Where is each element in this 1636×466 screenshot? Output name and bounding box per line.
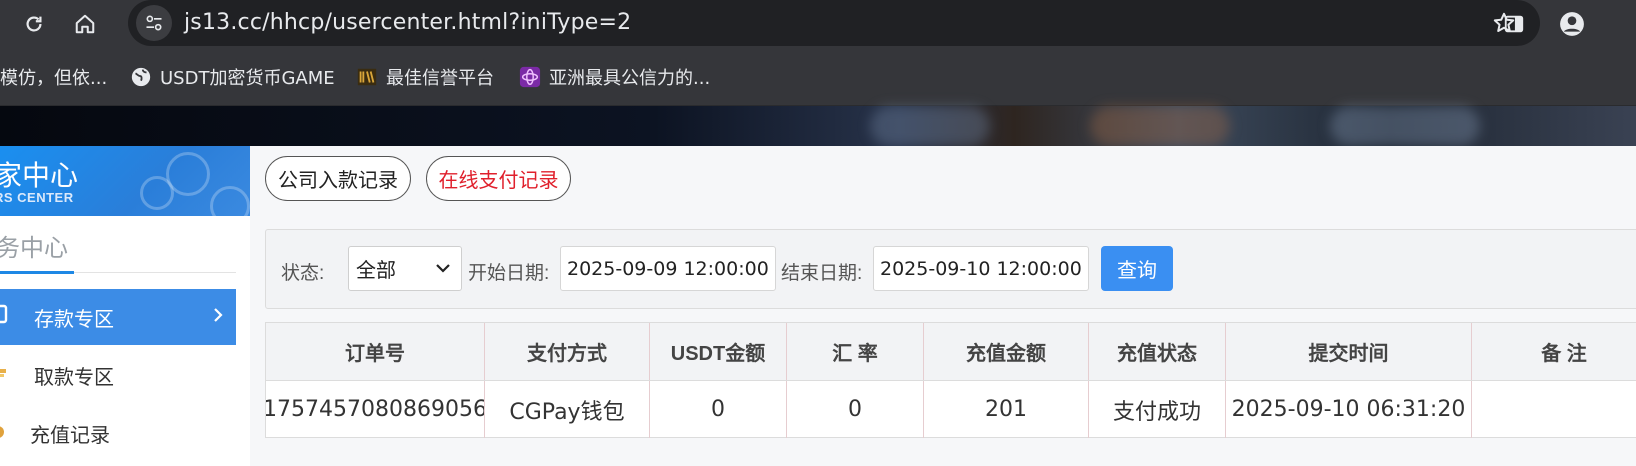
bookmark-item[interactable]: 模仿，但依...	[0, 64, 107, 90]
recharge-status-cell: 支付成功	[1089, 381, 1226, 438]
remark-cell	[1472, 381, 1636, 438]
chevron-down-icon	[435, 259, 451, 283]
deposit-icon	[0, 303, 10, 331]
sidebar: 务中心 存款专区 取款专区 充值记录	[0, 216, 250, 466]
sidebar-item-label: 存款专区	[34, 308, 114, 331]
end-date-label: 结束日期:	[781, 263, 863, 284]
chevron-right-icon	[212, 304, 224, 330]
bookmarks-bar: 模仿，但依... USDT加密货币GAME 最佳信誉平台 亚洲最具公信力的...	[0, 48, 1636, 106]
query-button-label: 查询	[1117, 260, 1157, 282]
column-header: 充值金额	[924, 323, 1089, 380]
withdraw-icon	[0, 361, 10, 389]
exchange-rate-cell: 0	[787, 381, 924, 438]
address-bar[interactable]: js13.cc/hhcp/usercenter.html?iniType=2	[128, 0, 1540, 46]
column-header: 订单号	[266, 323, 485, 380]
bookmark-label: 模仿，但依...	[0, 68, 108, 89]
profile-avatar-icon[interactable]	[1552, 4, 1592, 44]
column-header: 支付方式	[485, 323, 650, 380]
usdt-amount-cell: 0	[650, 381, 787, 438]
payment-records-table: 订单号 支付方式 USDT金额 汇 率 充值金额 充值状态 提交时间 备 注 1…	[265, 322, 1636, 438]
reload-icon[interactable]	[14, 4, 54, 44]
sidebar-item-withdraw[interactable]: 取款专区	[0, 347, 236, 403]
records-icon	[0, 419, 10, 447]
bookmark-label: 最佳信誉平台	[386, 68, 494, 89]
column-header: 汇 率	[787, 323, 924, 380]
table-row: 1757457080869056 CGPay钱包 0 0 201 支付成功 20…	[266, 381, 1636, 438]
end-date-value: 2025-09-10 12:00:00	[880, 257, 1082, 280]
column-header: 提交时间	[1226, 323, 1472, 380]
recharge-amount-cell: 201	[924, 381, 1089, 438]
member-center-header: 家中心 RS CENTER	[0, 146, 250, 216]
bookmark-label: 亚洲最具公信力的...	[549, 68, 711, 89]
tab-company-deposit-records[interactable]: 公司入款记录	[265, 156, 411, 201]
column-header: USDT金额	[650, 323, 787, 380]
column-header: 备 注	[1541, 343, 1587, 365]
bookmark-label: USDT加密货币GAME	[160, 68, 335, 89]
payment-method-cell: CGPay钱包	[485, 381, 650, 438]
active-section-indicator	[0, 271, 74, 274]
main-content: 公司入款记录 在线支付记录 状态: 全部 开始日期: 2025-09-09 12…	[250, 146, 1636, 466]
member-center-title: 家中心	[0, 160, 79, 191]
column-header: 充值状态	[1089, 323, 1226, 380]
sidebar-item-label: 取款专区	[34, 366, 114, 389]
order-number-cell: 1757457080869056	[266, 381, 485, 438]
member-center-subtitle: RS CENTER	[0, 190, 74, 205]
url-text[interactable]: js13.cc/hhcp/usercenter.html?iniType=2	[184, 10, 631, 35]
status-select-value: 全部	[356, 260, 396, 282]
filter-panel: 状态: 全部 开始日期: 2025-09-09 12:00:00 结束日期: 2…	[265, 229, 1636, 309]
page-banner	[0, 106, 1636, 146]
bookmark-item[interactable]: 亚洲最具公信力的...	[519, 64, 710, 90]
sidebar-item-deposit[interactable]: 存款专区	[0, 289, 236, 345]
start-date-input[interactable]: 2025-09-09 12:00:00	[560, 246, 776, 291]
status-select[interactable]: 全部	[348, 246, 462, 291]
home-icon[interactable]	[65, 4, 105, 44]
submit-time-cell: 2025-09-10 06:31:20	[1226, 381, 1472, 438]
site-logo-icon	[356, 66, 378, 88]
tab-online-payment-records[interactable]: 在线支付记录	[426, 156, 571, 201]
site-logo-icon	[519, 66, 541, 88]
side-panel-icon[interactable]	[1494, 4, 1534, 44]
record-tabs: 公司入款记录 在线支付记录	[250, 146, 1636, 216]
tab-label: 公司入款记录	[278, 170, 398, 192]
sidebar-item-label: 充值记录	[30, 424, 110, 447]
sidebar-item-recharge-records[interactable]: 充值记录	[0, 405, 236, 461]
bookmark-item[interactable]: USDT加密货币GAME	[130, 64, 335, 90]
start-date-label: 开始日期:	[468, 263, 550, 284]
table-header: 订单号 支付方式 USDT金额 汇 率 充值金额 充值状态 提交时间 备 注	[266, 323, 1636, 381]
start-date-value: 2025-09-09 12:00:00	[567, 257, 769, 280]
tab-label: 在线支付记录	[438, 170, 559, 192]
browser-toolbar: js13.cc/hhcp/usercenter.html?iniType=2	[0, 0, 1636, 48]
bookmark-item[interactable]: 最佳信誉平台	[356, 64, 494, 90]
sidebar-section-title: 务中心	[0, 235, 68, 262]
end-date-input[interactable]: 2025-09-10 12:00:00	[873, 246, 1089, 291]
query-button[interactable]: 查询	[1101, 246, 1173, 291]
globe-icon	[130, 66, 152, 88]
status-label: 状态:	[281, 263, 325, 284]
site-info-icon[interactable]	[136, 5, 172, 41]
